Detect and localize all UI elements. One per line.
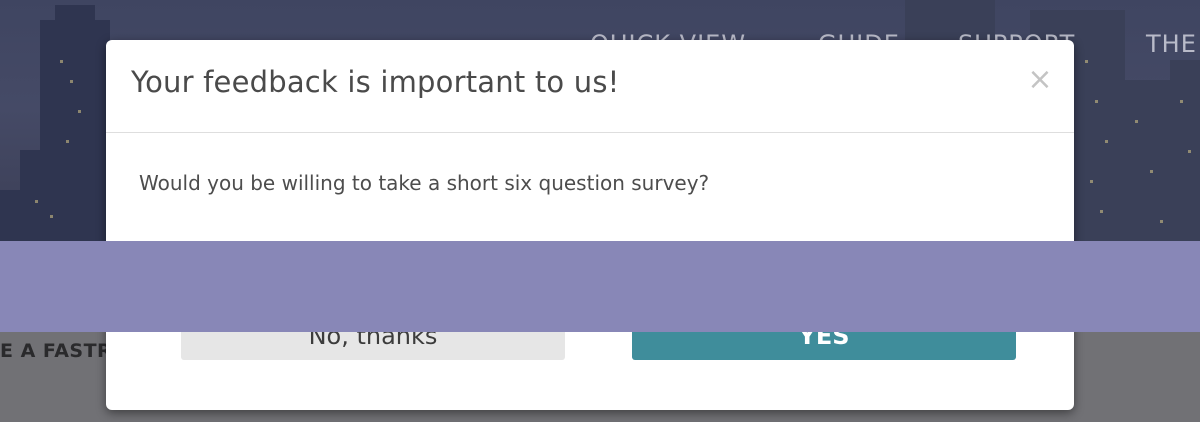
survey-question-text: Would you be willing to take a short six… xyxy=(139,171,710,195)
close-icon[interactable]: × xyxy=(1026,64,1054,96)
overlay-band xyxy=(0,241,1200,332)
nav-item-the[interactable]: THE xyxy=(1146,30,1197,58)
modal-header: Your feedback is important to us! × xyxy=(106,40,1074,133)
section-heading: E A FASTR xyxy=(0,340,113,362)
feedback-modal: Your feedback is important to us! × Woul… xyxy=(106,40,1074,410)
modal-title: Your feedback is important to us! xyxy=(131,65,620,99)
